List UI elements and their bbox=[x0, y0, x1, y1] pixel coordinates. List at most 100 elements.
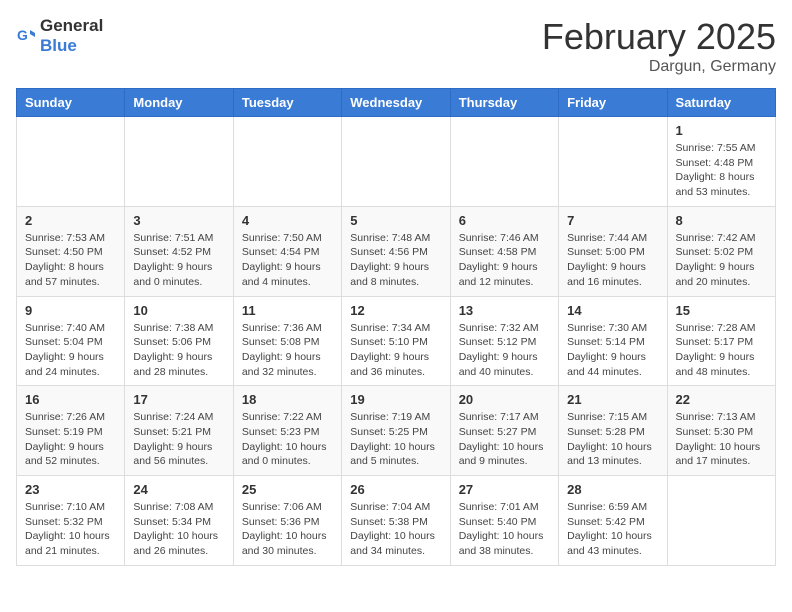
day-info: Sunrise: 7:53 AM Sunset: 4:50 PM Dayligh… bbox=[25, 231, 116, 290]
day-info: Sunrise: 7:06 AM Sunset: 5:36 PM Dayligh… bbox=[242, 500, 333, 559]
day-info: Sunrise: 7:36 AM Sunset: 5:08 PM Dayligh… bbox=[242, 321, 333, 380]
day-number: 4 bbox=[242, 213, 333, 228]
day-info: Sunrise: 7:28 AM Sunset: 5:17 PM Dayligh… bbox=[676, 321, 767, 380]
calendar-week-row: 2 Sunrise: 7:53 AM Sunset: 4:50 PM Daylig… bbox=[17, 206, 776, 296]
column-header-tuesday: Tuesday bbox=[233, 89, 341, 117]
day-info: Sunrise: 7:15 AM Sunset: 5:28 PM Dayligh… bbox=[567, 410, 658, 469]
day-number: 10 bbox=[133, 303, 224, 318]
column-header-sunday: Sunday bbox=[17, 89, 125, 117]
day-number: 7 bbox=[567, 213, 658, 228]
calendar-cell: 18 Sunrise: 7:22 AM Sunset: 5:23 PM Dayli… bbox=[233, 386, 341, 476]
day-info: Sunrise: 7:17 AM Sunset: 5:27 PM Dayligh… bbox=[459, 410, 550, 469]
location-subtitle: Dargun, Germany bbox=[542, 58, 776, 76]
day-number: 8 bbox=[676, 213, 767, 228]
day-number: 6 bbox=[459, 213, 550, 228]
day-info: Sunrise: 7:51 AM Sunset: 4:52 PM Dayligh… bbox=[133, 231, 224, 290]
calendar-week-row: 9Sunrise: 7:40 AM Sunset: 5:04 PM Daylig… bbox=[17, 296, 776, 386]
day-number: 23 bbox=[25, 482, 116, 497]
calendar-cell: 4 Sunrise: 7:50 AM Sunset: 4:54 PM Daylig… bbox=[233, 206, 341, 296]
day-info: Sunrise: 7:55 AM Sunset: 4:48 PM Dayligh… bbox=[676, 141, 767, 200]
day-number: 2 bbox=[25, 213, 116, 228]
day-number: 9 bbox=[25, 303, 116, 318]
calendar-week-row: 23 Sunrise: 7:10 AM Sunset: 5:32 PM Dayli… bbox=[17, 476, 776, 566]
column-header-friday: Friday bbox=[559, 89, 667, 117]
calendar-cell: 21 Sunrise: 7:15 AM Sunset: 5:28 PM Dayli… bbox=[559, 386, 667, 476]
logo-blue: Blue bbox=[40, 36, 77, 55]
calendar-cell: 22 Sunrise: 7:13 AM Sunset: 5:30 PM Dayli… bbox=[667, 386, 775, 476]
day-number: 21 bbox=[567, 392, 658, 407]
calendar-cell: 8 Sunrise: 7:42 AM Sunset: 5:02 PM Daylig… bbox=[667, 206, 775, 296]
calendar-cell: 6 Sunrise: 7:46 AM Sunset: 4:58 PM Daylig… bbox=[450, 206, 558, 296]
calendar-cell: 25 Sunrise: 7:06 AM Sunset: 5:36 PM Dayli… bbox=[233, 476, 341, 566]
calendar-cell: 12Sunrise: 7:34 AM Sunset: 5:10 PM Dayli… bbox=[342, 296, 450, 386]
calendar-header-row: SundayMondayTuesdayWednesdayThursdayFrid… bbox=[17, 89, 776, 117]
svg-text:G: G bbox=[17, 27, 28, 43]
day-info: Sunrise: 7:04 AM Sunset: 5:38 PM Dayligh… bbox=[350, 500, 441, 559]
day-info: Sunrise: 7:42 AM Sunset: 5:02 PM Dayligh… bbox=[676, 231, 767, 290]
day-info: Sunrise: 7:08 AM Sunset: 5:34 PM Dayligh… bbox=[133, 500, 224, 559]
calendar-cell: 20 Sunrise: 7:17 AM Sunset: 5:27 PM Dayli… bbox=[450, 386, 558, 476]
calendar-cell: 16 Sunrise: 7:26 AM Sunset: 5:19 PM Dayli… bbox=[17, 386, 125, 476]
calendar-cell: 2 Sunrise: 7:53 AM Sunset: 4:50 PM Daylig… bbox=[17, 206, 125, 296]
day-info: Sunrise: 7:26 AM Sunset: 5:19 PM Dayligh… bbox=[25, 410, 116, 469]
day-info: Sunrise: 7:22 AM Sunset: 5:23 PM Dayligh… bbox=[242, 410, 333, 469]
calendar-week-row: 1 Sunrise: 7:55 AM Sunset: 4:48 PM Daylig… bbox=[17, 117, 776, 207]
day-info: Sunrise: 7:13 AM Sunset: 5:30 PM Dayligh… bbox=[676, 410, 767, 469]
day-number: 26 bbox=[350, 482, 441, 497]
day-number: 20 bbox=[459, 392, 550, 407]
day-info: Sunrise: 7:46 AM Sunset: 4:58 PM Dayligh… bbox=[459, 231, 550, 290]
calendar-cell bbox=[667, 476, 775, 566]
day-number: 25 bbox=[242, 482, 333, 497]
day-number: 28 bbox=[567, 482, 658, 497]
calendar-cell bbox=[559, 117, 667, 207]
day-number: 13 bbox=[459, 303, 550, 318]
calendar-cell: 3 Sunrise: 7:51 AM Sunset: 4:52 PM Daylig… bbox=[125, 206, 233, 296]
day-info: Sunrise: 7:10 AM Sunset: 5:32 PM Dayligh… bbox=[25, 500, 116, 559]
day-number: 1 bbox=[676, 123, 767, 138]
day-number: 18 bbox=[242, 392, 333, 407]
day-number: 5 bbox=[350, 213, 441, 228]
calendar-cell: 28 Sunrise: 6:59 AM Sunset: 5:42 PM Dayli… bbox=[559, 476, 667, 566]
column-header-wednesday: Wednesday bbox=[342, 89, 450, 117]
calendar-cell: 5 Sunrise: 7:48 AM Sunset: 4:56 PM Daylig… bbox=[342, 206, 450, 296]
calendar-cell bbox=[233, 117, 341, 207]
month-title: February 2025 bbox=[542, 16, 776, 58]
calendar-cell bbox=[125, 117, 233, 207]
logo: G General Blue bbox=[16, 16, 103, 56]
calendar-week-row: 16 Sunrise: 7:26 AM Sunset: 5:19 PM Dayli… bbox=[17, 386, 776, 476]
column-header-saturday: Saturday bbox=[667, 89, 775, 117]
day-number: 24 bbox=[133, 482, 224, 497]
day-number: 17 bbox=[133, 392, 224, 407]
calendar-cell: 23 Sunrise: 7:10 AM Sunset: 5:32 PM Dayli… bbox=[17, 476, 125, 566]
calendar-cell: 14 Sunrise: 7:30 AM Sunset: 5:14 PM Dayli… bbox=[559, 296, 667, 386]
logo-icon: G bbox=[16, 26, 36, 46]
calendar-cell: 15Sunrise: 7:28 AM Sunset: 5:17 PM Dayli… bbox=[667, 296, 775, 386]
day-info: Sunrise: 7:24 AM Sunset: 5:21 PM Dayligh… bbox=[133, 410, 224, 469]
calendar-cell: 9Sunrise: 7:40 AM Sunset: 5:04 PM Daylig… bbox=[17, 296, 125, 386]
day-info: Sunrise: 7:38 AM Sunset: 5:06 PM Dayligh… bbox=[133, 321, 224, 380]
calendar-table: SundayMondayTuesdayWednesdayThursdayFrid… bbox=[16, 88, 776, 566]
day-info: Sunrise: 7:30 AM Sunset: 5:14 PM Dayligh… bbox=[567, 321, 658, 380]
day-info: Sunrise: 7:50 AM Sunset: 4:54 PM Dayligh… bbox=[242, 231, 333, 290]
calendar-cell: 11 Sunrise: 7:36 AM Sunset: 5:08 PM Dayli… bbox=[233, 296, 341, 386]
column-header-thursday: Thursday bbox=[450, 89, 558, 117]
column-header-monday: Monday bbox=[125, 89, 233, 117]
day-info: Sunrise: 6:59 AM Sunset: 5:42 PM Dayligh… bbox=[567, 500, 658, 559]
day-number: 11 bbox=[242, 303, 333, 318]
logo-text: General Blue bbox=[40, 16, 103, 56]
calendar-cell bbox=[342, 117, 450, 207]
calendar-cell: 19Sunrise: 7:19 AM Sunset: 5:25 PM Dayli… bbox=[342, 386, 450, 476]
day-number: 27 bbox=[459, 482, 550, 497]
calendar-cell bbox=[17, 117, 125, 207]
day-number: 16 bbox=[25, 392, 116, 407]
calendar-cell: 27 Sunrise: 7:01 AM Sunset: 5:40 PM Dayli… bbox=[450, 476, 558, 566]
day-info: Sunrise: 7:01 AM Sunset: 5:40 PM Dayligh… bbox=[459, 500, 550, 559]
day-number: 22 bbox=[676, 392, 767, 407]
day-info: Sunrise: 7:48 AM Sunset: 4:56 PM Dayligh… bbox=[350, 231, 441, 290]
calendar-cell: 13Sunrise: 7:32 AM Sunset: 5:12 PM Dayli… bbox=[450, 296, 558, 386]
day-number: 3 bbox=[133, 213, 224, 228]
day-number: 14 bbox=[567, 303, 658, 318]
day-info: Sunrise: 7:19 AM Sunset: 5:25 PM Dayligh… bbox=[350, 410, 441, 469]
calendar-cell: 7Sunrise: 7:44 AM Sunset: 5:00 PM Daylig… bbox=[559, 206, 667, 296]
title-section: February 2025 Dargun, Germany bbox=[542, 16, 776, 76]
